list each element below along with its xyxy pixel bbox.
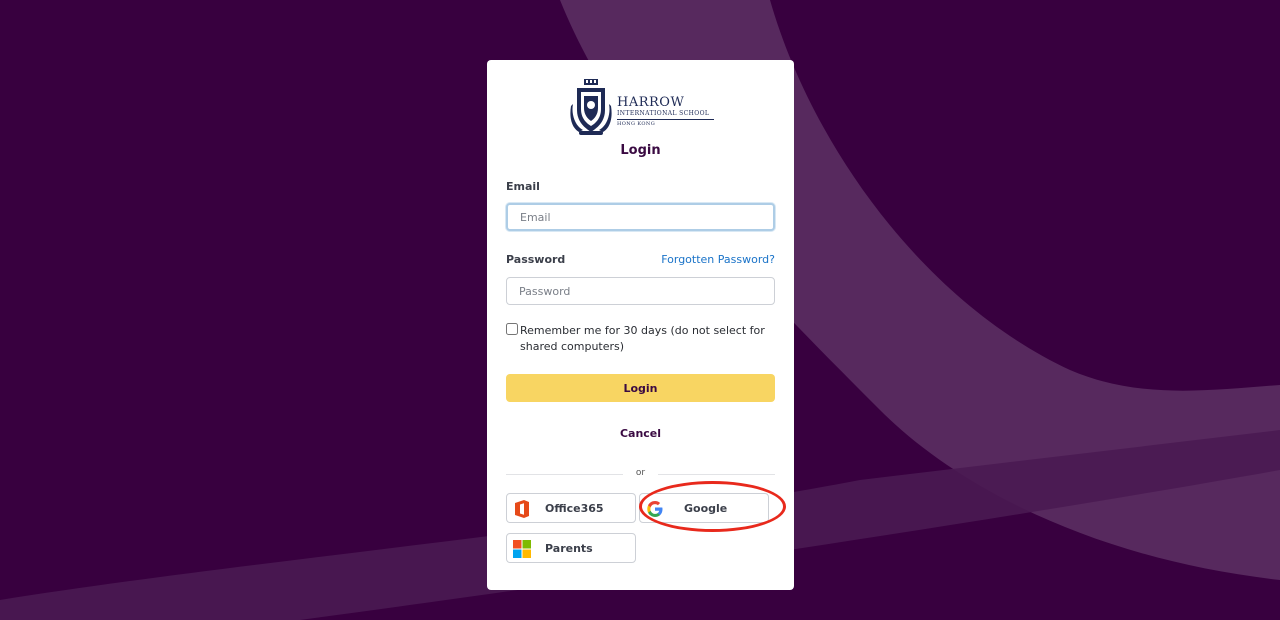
- google-button[interactable]: Google: [639, 493, 769, 523]
- login-button[interactable]: Login: [506, 374, 775, 402]
- remember-me-label[interactable]: Remember me for 30 days (do not select f…: [520, 323, 770, 355]
- google-label: Google: [684, 502, 728, 515]
- parents-button[interactable]: Parents: [506, 533, 636, 563]
- parents-label: Parents: [545, 542, 593, 555]
- office365-button[interactable]: Office365: [506, 493, 636, 523]
- school-crest-icon: [570, 79, 612, 135]
- password-input[interactable]: [506, 277, 775, 305]
- email-label: Email: [506, 180, 540, 193]
- logo-subtitle: INTERNATIONAL SCHOOL: [617, 110, 714, 120]
- microsoft-icon: [513, 540, 531, 558]
- divider-or: or: [635, 468, 646, 478]
- google-icon: [647, 501, 663, 517]
- login-card: HARROW INTERNATIONAL SCHOOL HONG KONG Lo…: [487, 60, 794, 590]
- logo-name: HARROW: [617, 95, 685, 110]
- password-label: Password: [506, 253, 566, 266]
- cancel-link[interactable]: Cancel: [487, 427, 794, 440]
- email-input[interactable]: [506, 203, 775, 231]
- page-title: Login: [620, 143, 661, 158]
- office365-icon: [515, 500, 529, 518]
- office365-label: Office365: [545, 502, 604, 515]
- divider-line-right: [658, 474, 775, 475]
- logo-city: HONG KONG: [617, 121, 656, 127]
- school-logo: HARROW INTERNATIONAL SCHOOL HONG KONG: [569, 78, 714, 138]
- forgot-password-link[interactable]: Forgotten Password?: [661, 253, 775, 266]
- remember-me-checkbox[interactable]: [506, 323, 518, 335]
